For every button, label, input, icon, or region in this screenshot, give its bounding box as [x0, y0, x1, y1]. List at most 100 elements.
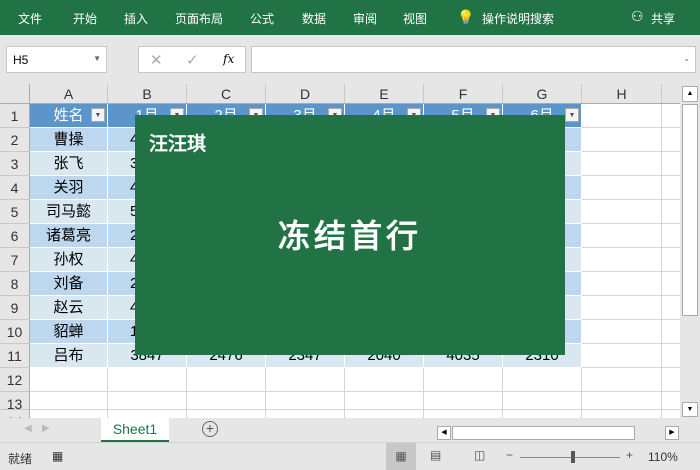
add-sheet-icon[interactable]: +	[202, 421, 218, 437]
cell[interactable]	[187, 410, 266, 418]
cell[interactable]	[582, 176, 662, 200]
cell[interactable]: 貂蝉	[30, 320, 108, 344]
zoom-level[interactable]: 110%	[648, 450, 678, 464]
name-box[interactable]: H5 ▼	[6, 46, 107, 73]
row-header[interactable]: 2	[0, 128, 30, 152]
row-header[interactable]: 7	[0, 248, 30, 272]
cell[interactable]: 赵云	[30, 296, 108, 320]
cell[interactable]	[662, 368, 680, 392]
cell[interactable]	[582, 248, 662, 272]
row-header[interactable]: 1	[0, 104, 30, 128]
formula-input[interactable]: ⌄	[251, 46, 696, 73]
cell[interactable]: 关羽	[30, 176, 108, 200]
row-header[interactable]: 6	[0, 224, 30, 248]
row-header[interactable]: 10	[0, 320, 30, 344]
cell[interactable]	[582, 410, 662, 418]
row-header[interactable]: 9	[0, 296, 30, 320]
macro-record-icon[interactable]: ▦	[52, 449, 63, 463]
scroll-down-icon[interactable]: ▼	[682, 402, 698, 417]
row-header[interactable]: 5	[0, 200, 30, 224]
cell[interactable]	[662, 344, 680, 368]
cell[interactable]	[662, 392, 680, 410]
cell[interactable]	[582, 152, 662, 176]
cell[interactable]	[662, 128, 680, 152]
ribbon-tab[interactable]: 开始	[73, 10, 97, 27]
ribbon-tab[interactable]: 视图	[403, 10, 427, 27]
column-header[interactable]: B	[108, 84, 187, 104]
cell[interactable]	[266, 392, 345, 410]
confirm-icon[interactable]: ✓	[186, 51, 199, 69]
cell[interactable]	[662, 104, 680, 128]
cell[interactable]	[582, 392, 662, 410]
share-button[interactable]: 共享	[651, 10, 675, 27]
cell[interactable]	[662, 200, 680, 224]
zoom-slider[interactable]	[520, 457, 620, 458]
scroll-right-icon[interactable]: ▶	[665, 426, 679, 440]
row-header[interactable]: 8	[0, 272, 30, 296]
cell[interactable]	[266, 368, 345, 392]
row-header[interactable]: 12	[0, 368, 30, 392]
cell[interactable]	[30, 410, 108, 418]
row-header[interactable]: 11	[0, 344, 30, 368]
cell[interactable]	[503, 368, 582, 392]
filter-dropdown-icon[interactable]: ▼	[91, 108, 105, 122]
cell[interactable]	[503, 410, 582, 418]
scroll-thumb[interactable]	[682, 104, 698, 316]
cell[interactable]	[108, 410, 187, 418]
cell[interactable]: 司马懿	[30, 200, 108, 224]
scroll-up-icon[interactable]: ▲	[682, 86, 698, 102]
cell[interactable]	[582, 296, 662, 320]
expand-icon[interactable]: ⌄	[683, 54, 690, 63]
ribbon-tab[interactable]: 页面布局	[175, 10, 223, 27]
cell[interactable]	[662, 320, 680, 344]
row-header[interactable]: 13	[0, 392, 30, 412]
ribbon-tab[interactable]: 公式	[250, 10, 274, 27]
cell[interactable]	[582, 128, 662, 152]
ribbon-tab[interactable]: 数据	[302, 10, 326, 27]
cell[interactable]	[662, 272, 680, 296]
column-header[interactable]: F	[424, 84, 503, 104]
cell[interactable]	[582, 344, 662, 368]
cell[interactable]	[187, 368, 266, 392]
ribbon-tab[interactable]: 插入	[124, 10, 148, 27]
cell[interactable]	[582, 200, 662, 224]
cell[interactable]: 吕布	[30, 344, 108, 368]
cell[interactable]	[108, 368, 187, 392]
ribbon-tab[interactable]: 审阅	[353, 10, 377, 27]
column-header[interactable]: G	[503, 84, 582, 104]
cell[interactable]: 刘备	[30, 272, 108, 296]
cell[interactable]	[424, 368, 503, 392]
column-header[interactable]: D	[266, 84, 345, 104]
cell[interactable]	[662, 410, 680, 418]
sheet-tab-sheet1[interactable]: Sheet1	[101, 418, 169, 443]
filter-dropdown-icon[interactable]: ▼	[565, 108, 579, 122]
cell[interactable]	[662, 296, 680, 320]
row-header[interactable]: 3	[0, 152, 30, 176]
zoom-out-icon[interactable]: −	[506, 448, 513, 462]
cell[interactable]: 曹操	[30, 128, 108, 152]
select-all-button[interactable]	[0, 84, 30, 104]
cell[interactable]	[424, 410, 503, 418]
horizontal-scrollbar[interactable]	[452, 426, 635, 440]
cell[interactable]	[345, 410, 424, 418]
tell-me-search[interactable]: 操作说明搜索	[482, 10, 554, 27]
cell[interactable]	[424, 392, 503, 410]
column-header[interactable]: H	[582, 84, 662, 104]
cell[interactable]	[582, 104, 662, 128]
cell[interactable]: 孙权	[30, 248, 108, 272]
cell[interactable]	[582, 368, 662, 392]
cell[interactable]: 张飞	[30, 152, 108, 176]
page-break-view-icon[interactable]: ◫	[474, 448, 485, 462]
cell[interactable]	[503, 392, 582, 410]
page-layout-view-icon[interactable]: ▤	[430, 448, 441, 462]
cell[interactable]	[582, 224, 662, 248]
cell[interactable]	[662, 152, 680, 176]
cell[interactable]	[345, 368, 424, 392]
cell[interactable]: 姓名 ▼	[30, 104, 108, 128]
ribbon-tab[interactable]: 文件	[18, 10, 42, 27]
cell[interactable]	[266, 410, 345, 418]
prev-sheet-icon[interactable]: ◀	[24, 423, 32, 434]
insert-function-icon[interactable]: fx	[223, 52, 234, 66]
cell[interactable]	[345, 392, 424, 410]
cell[interactable]	[108, 392, 187, 410]
